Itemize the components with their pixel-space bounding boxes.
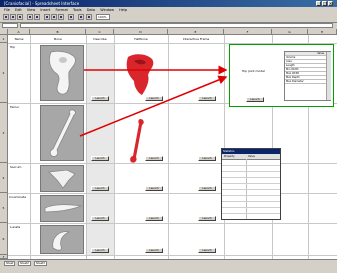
menu-tools[interactable]: Tools	[73, 8, 82, 12]
open-icon[interactable]	[10, 14, 16, 20]
popup-row-line	[222, 213, 280, 214]
menu-window[interactable]: Window	[100, 8, 114, 12]
tab-sheet1[interactable]: Sheet	[4, 261, 16, 266]
chart-icon[interactable]	[86, 14, 92, 20]
copy-icon[interactable]	[51, 14, 57, 20]
toolbar: 100%	[0, 13, 337, 23]
print-icon[interactable]	[27, 14, 33, 20]
sheet-tabs: Sheet Sheet2 Sheet3	[0, 259, 337, 273]
preview-icon[interactable]	[34, 14, 40, 20]
popup-row-line	[222, 189, 280, 190]
cut-icon[interactable]	[44, 14, 50, 20]
title-bar: [Craniofacial] - Spreadsheet Interface _…	[0, 0, 337, 7]
formula-input[interactable]	[20, 23, 333, 28]
popup-header: Property Value	[222, 154, 280, 160]
popup-row-line	[222, 171, 280, 172]
maximize-button[interactable]: □	[322, 1, 327, 6]
paste-icon[interactable]	[58, 14, 64, 20]
sort-icon[interactable]	[78, 14, 84, 20]
save-icon[interactable]	[17, 14, 23, 20]
popup-row-line	[222, 195, 280, 196]
popup-col-value: Value	[248, 155, 255, 158]
popup-col-property: Property	[224, 155, 235, 158]
close-button[interactable]: ×	[328, 1, 333, 6]
minimize-button[interactable]: _	[316, 1, 321, 6]
annotation-arrows	[79, 65, 228, 137]
menu-help[interactable]: Help	[119, 8, 127, 12]
popup-row-line	[222, 165, 280, 166]
menu-insert[interactable]: Insert	[40, 8, 50, 12]
menu-file[interactable]: File	[4, 8, 10, 12]
cell-reference-box[interactable]	[2, 23, 18, 28]
menu-format[interactable]: Format	[56, 8, 68, 12]
popup-row-line	[222, 183, 280, 184]
popup-row-line	[222, 207, 280, 208]
spreadsheet-grid[interactable]: A B C D E F G H 1 2 3 4 5 6 7 Name Bone …	[0, 29, 337, 259]
zoom-select[interactable]: 100%	[96, 14, 110, 20]
window-title: [Craniofacial] - Spreadsheet Interface	[4, 1, 80, 6]
popup-row-line	[222, 201, 280, 202]
new-icon[interactable]	[3, 14, 9, 20]
tab-sheet3[interactable]: Sheet3	[34, 261, 47, 266]
menu-view[interactable]: View	[27, 8, 35, 12]
statistics-popup[interactable]: Statistics Property Value	[221, 148, 281, 220]
popup-row-line	[222, 177, 280, 178]
arrow-femur	[79, 75, 228, 137]
menu-data[interactable]: Data	[87, 8, 95, 12]
menu-edit[interactable]: Edit	[15, 8, 22, 12]
undo-icon[interactable]	[68, 14, 74, 20]
tab-sheet2[interactable]: Sheet2	[18, 261, 31, 266]
